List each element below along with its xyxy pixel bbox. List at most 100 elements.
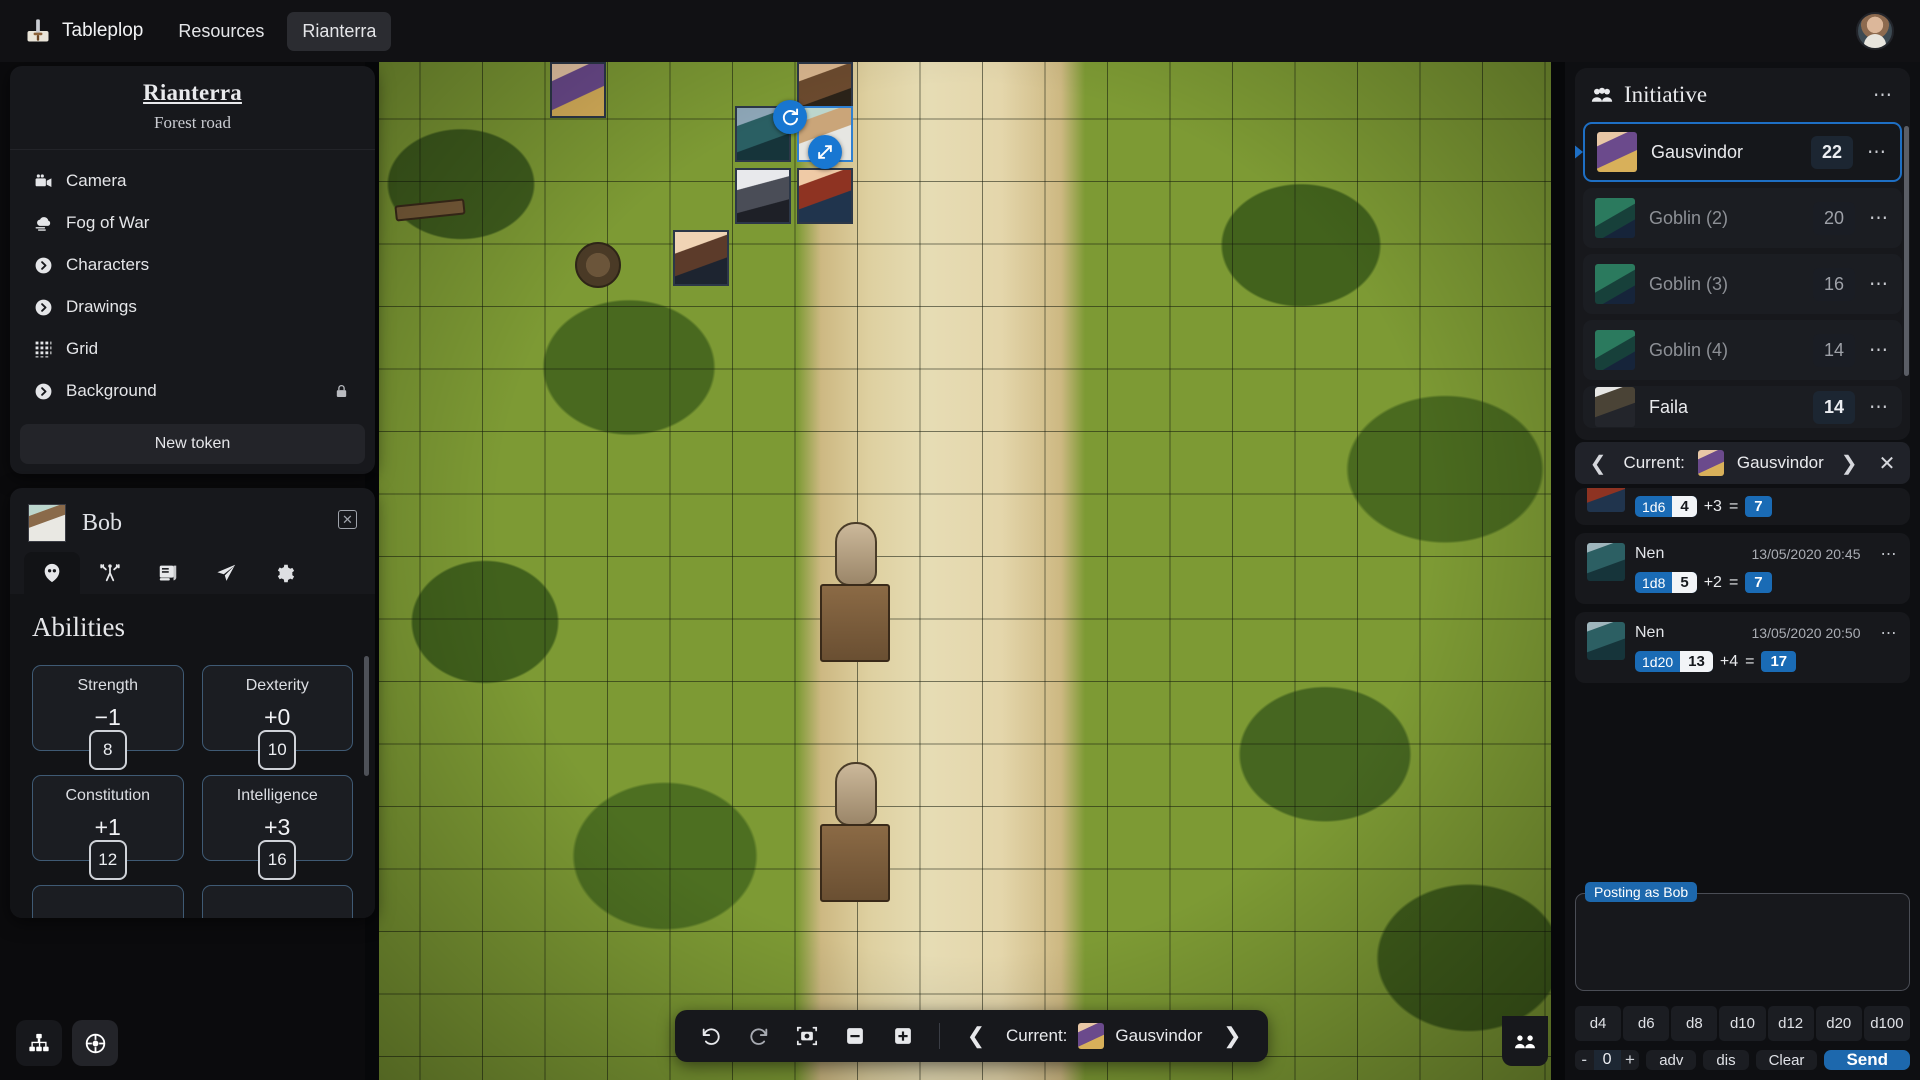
chat-message-menu-icon[interactable]: ⋯ [1881,623,1899,643]
clear-button[interactable]: Clear [1755,1050,1818,1070]
tab-character-scroll[interactable] [140,552,196,594]
ability-label: Constitution [65,787,151,804]
chevron-left-icon[interactable]: ❮ [1586,451,1611,476]
current-label: Current: [1006,1026,1068,1045]
advantage-button[interactable]: adv [1646,1050,1697,1070]
ability-card-next-b[interactable] [201,885,353,918]
ability-score[interactable]: 10 [258,730,297,770]
dice-button-d20[interactable]: d20 [1815,1006,1862,1041]
ability-card-intelligence[interactable]: Intelligence +3 16 [201,775,353,880]
tab-character-head[interactable] [24,552,80,594]
brand-name: Tableplop [62,20,144,41]
dice-button-d8[interactable]: d8 [1671,1006,1718,1041]
chat-message-header: Nen 13/05/2020 20:50 ⋯ [1635,621,1898,645]
row-menu-icon[interactable]: ⋯ [1869,275,1890,294]
send-row: - 0 + adv dis Clear Send [1575,1050,1910,1070]
gear-icon-button[interactable] [72,1020,118,1066]
chat-message-body: 1d6 4 +3 = 7 [1635,496,1898,517]
new-token-wrap: New token [10,418,375,474]
dice-button-row: d4 d6 d8 d10 d12 d20 d100 [1575,1006,1910,1041]
character-scrollbar[interactable] [364,656,369,776]
initiative-row-goblin-2[interactable]: Goblin (2) 20 ⋯ [1583,188,1902,248]
ability-card-dexterity[interactable]: Dexterity +0 10 [201,665,353,770]
modifier-increment-button[interactable]: + [1620,1050,1640,1070]
nav-item-resources[interactable]: Resources [163,12,279,51]
initiative-row-faila[interactable]: Faila 14 ⋯ [1583,386,1902,428]
dice-button-d4[interactable]: d4 [1575,1006,1622,1041]
close-icon[interactable]: ✕ [1875,451,1900,476]
previous-turn-button[interactable]: ❮ [954,1016,998,1056]
row-menu-icon[interactable]: ⋯ [1869,341,1890,360]
ability-card-next-a[interactable] [32,885,184,918]
dice-equals: = [1728,497,1739,515]
tab-character-athletics[interactable] [82,552,138,594]
row-menu-icon[interactable]: ⋯ [1869,209,1890,228]
initiative-score[interactable]: 14 [1813,333,1855,367]
scene-item-drawings[interactable]: Drawings [10,286,375,328]
initiative-row-gausvindor[interactable]: Gausvindor 22 ⋯ [1583,122,1902,182]
next-turn-button[interactable]: ❯ [1210,1016,1254,1056]
dice-button-d10[interactable]: d10 [1719,1006,1766,1041]
tab-character-settings[interactable] [256,552,312,594]
scene-header: Rianterra Forest road [10,66,375,150]
tab-character-send[interactable] [198,552,254,594]
chat-message-menu-icon[interactable]: ⋯ [1881,544,1899,564]
initiative-score[interactable]: 22 [1811,135,1853,169]
scene-title[interactable]: Rianterra [10,80,375,106]
ability-score[interactable]: 16 [258,840,297,880]
user-avatar[interactable] [1856,12,1894,50]
initiative-score[interactable]: 14 [1813,390,1855,424]
dice-button-d12[interactable]: d12 [1767,1006,1814,1041]
redo-icon-button[interactable] [737,1016,781,1056]
chevron-circle-icon [34,256,53,275]
battle-map[interactable] [365,62,1565,1080]
chat-log[interactable]: 1d6 4 +3 = 7 Nen 13/05/2020 20:45 ⋯ 1d8 … [1565,488,1920,881]
map-toolbar: ❮ Current: Gausvindor ❯ [675,1010,1269,1062]
screenshot-icon-button[interactable] [785,1016,829,1056]
dice-equals: = [1745,652,1755,670]
character-portrait[interactable] [28,504,66,542]
nav-item-rianterra[interactable]: Rianterra [287,11,392,51]
zoom-out-icon-button[interactable] [833,1016,877,1056]
dice-button-d100[interactable]: d100 [1863,1006,1910,1041]
send-button[interactable]: Send [1824,1050,1910,1070]
zoom-in-icon-button[interactable] [881,1016,925,1056]
initiative-scrollbar[interactable] [1904,126,1909,376]
initiative-row-goblin-4[interactable]: Goblin (4) 14 ⋯ [1583,320,1902,380]
scene-item-label: Camera [66,171,127,190]
disadvantage-button[interactable]: dis [1703,1050,1749,1070]
ability-score[interactable]: 8 [88,730,127,770]
modifier-value[interactable]: 0 [1593,1050,1621,1070]
brand[interactable]: Tableplop [14,17,155,45]
initiative-row-goblin-3[interactable]: Goblin (3) 16 ⋯ [1583,254,1902,314]
initiative-menu-icon[interactable]: ⋯ [1873,86,1894,105]
close-icon[interactable]: ✕ [338,510,357,529]
ability-card-constitution[interactable]: Constitution +1 12 [32,775,184,880]
chevron-right-icon[interactable]: ❯ [1837,451,1862,476]
message-input[interactable] [1575,893,1910,991]
ability-card-strength[interactable]: Strength −1 8 [32,665,184,770]
dice-notation: 1d6 [1642,498,1666,515]
avatar [1595,387,1635,427]
initiative-name: Goblin (3) [1649,273,1729,294]
scene-item-background[interactable]: Background [10,370,375,412]
avatar [1587,488,1625,512]
scene-item-camera[interactable]: Camera [10,160,375,202]
row-menu-icon[interactable]: ⋯ [1867,143,1888,162]
players-icon-button[interactable] [1502,1016,1548,1066]
row-menu-icon[interactable]: ⋯ [1869,398,1890,417]
initiative-score[interactable]: 20 [1813,201,1855,235]
scene-item-characters[interactable]: Characters [10,244,375,286]
new-token-button[interactable]: New token [20,424,365,464]
ability-score[interactable]: 12 [88,840,127,880]
scene-item-grid[interactable]: Grid [10,328,375,370]
chat-timestamp: 13/05/2020 20:45 [1751,546,1861,562]
scene-item-fog-of-war[interactable]: Fog of War [10,202,375,244]
initiative-score[interactable]: 16 [1813,267,1855,301]
sitemap-icon-button[interactable] [16,1020,62,1066]
undo-icon-button[interactable] [689,1016,733,1056]
initiative-panel: Initiative ⋯ Gausvindor 22 ⋯ Goblin (2) … [1575,68,1910,440]
lock-icon[interactable] [334,384,349,399]
dice-button-d6[interactable]: d6 [1623,1006,1670,1041]
modifier-decrement-button[interactable]: - [1575,1050,1594,1070]
